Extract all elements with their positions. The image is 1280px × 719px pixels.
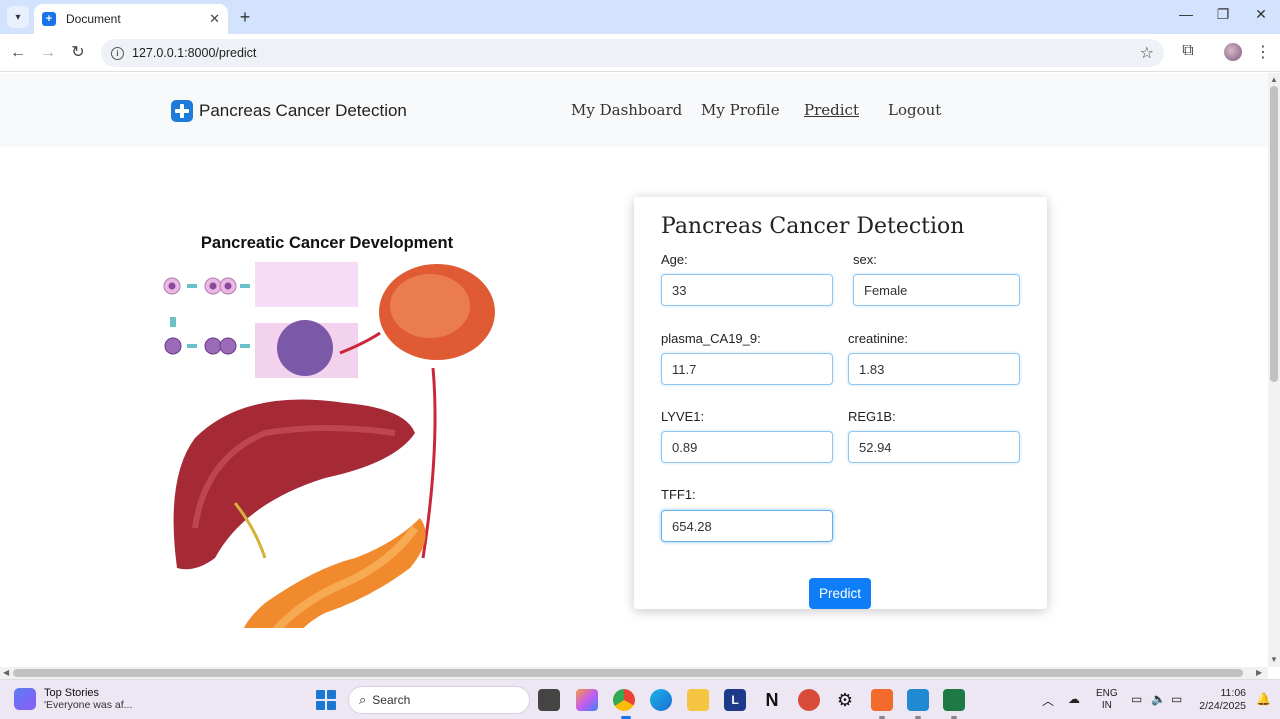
illustration-title: Pancreatic Cancer Development xyxy=(201,234,454,252)
search-label: Search xyxy=(372,693,411,707)
search-icon: ⌕ xyxy=(359,692,367,707)
battery-icon[interactable]: ▭ xyxy=(1171,692,1182,706)
nav-predict[interactable]: Predict xyxy=(804,101,859,119)
predict-button[interactable]: Predict xyxy=(809,578,871,609)
region-code: IN xyxy=(1101,700,1112,711)
clock-time: 11:06 xyxy=(1220,687,1247,699)
volume-icon[interactable]: 🔈 xyxy=(1151,692,1166,706)
menu-dots-icon[interactable]: ⋮ xyxy=(1252,42,1274,62)
new-tab-button[interactable]: + xyxy=(236,7,254,28)
lyve1-label: LYVE1: xyxy=(661,409,705,424)
horizontal-scroll-thumb[interactable] xyxy=(13,669,1243,677)
news-widget[interactable]: Top Stories 'Everyone was af... xyxy=(14,687,132,711)
site-info-icon[interactable]: i xyxy=(111,46,124,60)
tff1-label: TFF1: xyxy=(661,487,696,502)
cloud-icon[interactable]: ☁ xyxy=(1068,692,1080,706)
nav-my-dashboard[interactable]: My Dashboard xyxy=(571,101,682,119)
chrome-icon[interactable] xyxy=(613,689,635,711)
language-code: ENG xyxy=(1096,688,1118,699)
tff1-input[interactable] xyxy=(661,510,833,542)
copilot-icon[interactable] xyxy=(576,689,598,711)
brand-name: Pancreas Cancer Detection xyxy=(199,101,407,120)
task-view-icon[interactable] xyxy=(538,689,560,711)
app-circle-icon[interactable] xyxy=(798,689,820,711)
profile-avatar[interactable] xyxy=(1224,43,1242,61)
news-widget-icon xyxy=(14,688,36,710)
bookmark-star-icon[interactable]: ☆ xyxy=(1140,43,1154,63)
edge-icon[interactable] xyxy=(650,689,672,711)
lyve1-input[interactable] xyxy=(661,431,833,463)
taskbar-search[interactable]: ⌕ Search xyxy=(348,686,530,714)
clock-date: 2/24/2025 xyxy=(1199,700,1246,712)
vertical-scrollbar[interactable]: ▲ ▼ xyxy=(1268,73,1280,667)
medical-cross-icon xyxy=(171,100,193,122)
address-url[interactable]: 127.0.0.1:8000/predict xyxy=(132,46,256,60)
sex-input[interactable] xyxy=(853,274,1020,306)
plasma-ca19-9-input[interactable] xyxy=(661,353,833,385)
healthy-tissue-grid xyxy=(255,262,358,307)
news-title: Top Stories xyxy=(44,687,100,699)
back-arrow-icon[interactable]: ← xyxy=(8,43,28,63)
network-icon[interactable]: ▭ xyxy=(1131,692,1142,706)
healthy-cells-row xyxy=(163,277,250,295)
scroll-right-icon[interactable]: ▶ xyxy=(1256,668,1262,677)
site-navbar: Pancreas Cancer Detection My Dashboard M… xyxy=(0,73,1268,147)
app-n-icon[interactable]: N xyxy=(761,689,783,711)
plasma-ca19-9-label: plasma_CA19_9: xyxy=(661,331,761,346)
prediction-form-card: Pancreas Cancer Detection Age: sex: plas… xyxy=(634,197,1047,609)
nav-my-profile[interactable]: My Profile xyxy=(701,101,780,119)
reg1b-input[interactable] xyxy=(848,431,1020,463)
tab-close-icon[interactable]: ✕ xyxy=(209,11,220,27)
vscode-icon[interactable] xyxy=(907,689,929,711)
browser-toolbar: ← → ↻ i 127.0.0.1:8000/predict ☆ ⧉ ⋮ xyxy=(0,34,1280,72)
xampp-icon[interactable] xyxy=(871,689,893,711)
reg1b-label: REG1B: xyxy=(848,409,896,424)
age-label: Age: xyxy=(661,252,688,267)
tab-search-button[interactable]: ▾ xyxy=(7,6,29,28)
app-l-icon[interactable]: L xyxy=(724,689,746,711)
age-input[interactable] xyxy=(661,274,833,306)
sex-label: sex: xyxy=(853,252,877,267)
news-subtitle: 'Everyone was af... xyxy=(44,699,133,711)
scroll-left-icon[interactable]: ◀ xyxy=(3,668,9,677)
windows-taskbar: Top Stories 'Everyone was af... ⌕ Search… xyxy=(0,679,1280,719)
tumor-mass xyxy=(379,264,495,360)
file-explorer-icon[interactable] xyxy=(687,689,709,711)
windows-start-icon[interactable] xyxy=(316,690,336,710)
browser-tab[interactable]: + Document ✕ xyxy=(34,4,228,34)
close-window-button[interactable]: ✕ xyxy=(1251,6,1271,23)
brand[interactable]: Pancreas Cancer Detection xyxy=(171,100,407,122)
forward-arrow-icon[interactable]: → xyxy=(38,43,58,63)
creatinine-label: creatinine: xyxy=(848,331,908,346)
browser-tab-strip: ▾ + Document ✕ + — ❐ ✕ xyxy=(0,0,1280,34)
chatgpt-icon[interactable]: ⚙ xyxy=(834,689,856,711)
scroll-up-icon[interactable]: ▲ xyxy=(1270,75,1278,84)
reload-icon[interactable]: ↻ xyxy=(68,43,88,63)
system-clock[interactable]: 11:06 2/24/2025 xyxy=(1192,687,1246,713)
chevron-up-icon[interactable]: ︿ xyxy=(1042,692,1054,709)
tab-favicon-icon: + xyxy=(42,12,56,26)
page-viewport: Pancreas Cancer Detection My Dashboard M… xyxy=(0,73,1268,667)
nav-logout[interactable]: Logout xyxy=(888,101,941,119)
minimize-button[interactable]: — xyxy=(1176,6,1196,22)
address-bar[interactable]: i 127.0.0.1:8000/predict ☆ xyxy=(101,39,1164,67)
maximize-button[interactable]: ❐ xyxy=(1213,6,1233,23)
horizontal-scrollbar[interactable]: ◀ ▶ xyxy=(0,667,1268,679)
scroll-down-icon[interactable]: ▼ xyxy=(1270,655,1278,664)
creatinine-input[interactable] xyxy=(848,353,1020,385)
malignant-cells-row xyxy=(164,317,358,378)
pancreas xyxy=(243,518,426,628)
vertical-scroll-thumb[interactable] xyxy=(1270,86,1278,382)
notification-bell-icon[interactable]: 🔔 xyxy=(1256,692,1271,706)
form-title: Pancreas Cancer Detection xyxy=(661,214,965,239)
tab-title: Document xyxy=(66,12,121,26)
chevron-down-icon: ▾ xyxy=(15,11,21,23)
extensions-icon[interactable]: ⧉ xyxy=(1177,42,1199,60)
excel-icon[interactable] xyxy=(943,689,965,711)
pancreatic-cancer-illustration: Pancreatic Cancer Development xyxy=(163,234,495,628)
language-indicator[interactable]: ENG IN xyxy=(1096,688,1118,712)
